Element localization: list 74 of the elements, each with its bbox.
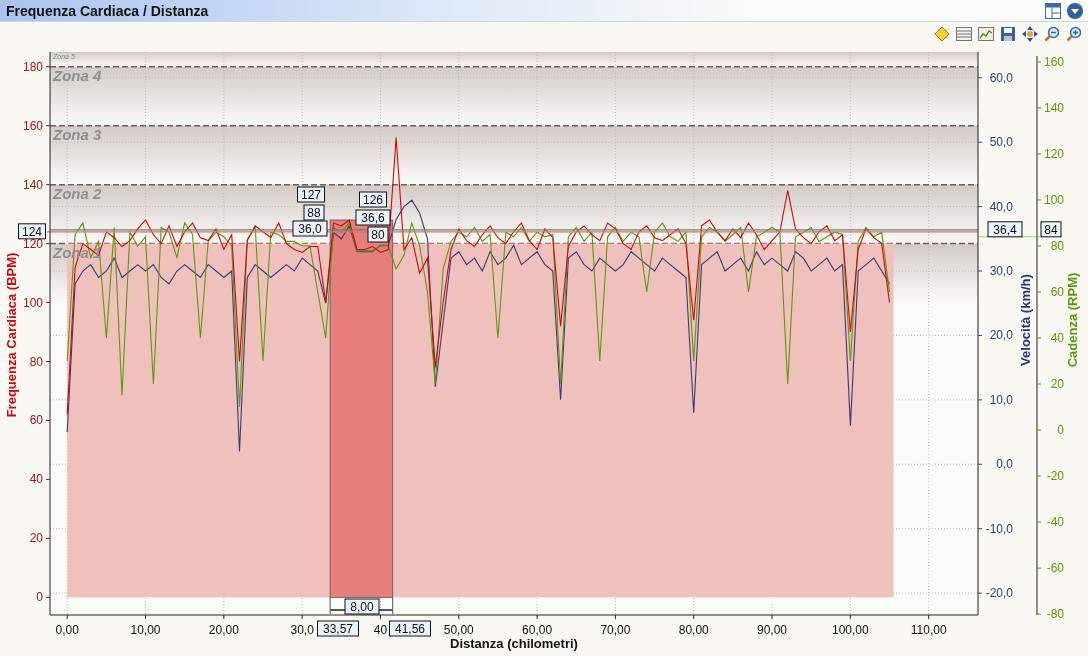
axis-title: Distanza (chilometri) — [450, 636, 578, 651]
axis-tick-label: 50,0 — [989, 135, 1013, 150]
value-label: 88 — [303, 204, 325, 221]
axis-tick-label: 10,0 — [989, 392, 1013, 407]
axis-tick-label: 50,00 — [443, 623, 474, 637]
axis-tick-label: 110,00 — [910, 623, 947, 637]
axis-tick-label: 140 — [1043, 100, 1064, 115]
value-label: 84 — [1040, 221, 1062, 238]
axis-tick-label: -20 — [1046, 469, 1064, 484]
axis-tick-label: 0,00 — [55, 623, 79, 637]
axis-tick-label: 120 — [1043, 146, 1064, 161]
dropdown-icon[interactable] — [1066, 1, 1084, 20]
axis-tick-label: -10,0 — [985, 521, 1013, 536]
save-icon[interactable] — [1000, 26, 1016, 42]
value-label: 33,57 — [317, 620, 359, 637]
axis-tick-label: 10,00 — [130, 623, 161, 637]
axis-tick-label: -80 — [1046, 607, 1064, 622]
axis-tick-label: 20 — [1050, 377, 1064, 391]
value-label: 127 — [297, 186, 325, 203]
axis-tick-label: 100 — [1043, 192, 1064, 207]
diamond-icon[interactable] — [934, 26, 950, 42]
zoom-in-icon[interactable] — [1066, 26, 1082, 42]
axis-tick-label: 0 — [36, 590, 43, 605]
axis-tick-label: 60 — [1050, 284, 1064, 299]
panel-title: Frequenza Cardiaca / Distanza — [6, 2, 210, 19]
axis-tick-label: 40 — [29, 472, 43, 487]
axis-tick-label: -20,0 — [985, 586, 1013, 601]
axis-title: Velocità (km/h) — [1018, 274, 1033, 366]
ref-line-label: 36,4 — [993, 222, 1017, 237]
zone-label: Zona 3 — [53, 125, 102, 143]
axis-tick-label: 160 — [1043, 54, 1064, 69]
axis-tick-label: 160 — [22, 118, 43, 133]
value-label: 8,00 — [344, 598, 380, 615]
axis-tick-label: 40 — [1050, 331, 1064, 345]
axis-tick-label: 20 — [29, 531, 43, 546]
axis-tick-label: 0,0 — [996, 457, 1013, 472]
chart-icon[interactable] — [978, 26, 994, 42]
axis-tick-label: 180 — [22, 59, 43, 74]
value-label: 126 — [359, 191, 387, 208]
layout-icon[interactable] — [1044, 1, 1062, 20]
axis-tick-label: -40 — [1046, 515, 1064, 530]
axis-tick-label: 40 — [373, 623, 388, 637]
axis-tick-label: 60,0 — [989, 70, 1013, 85]
axis-tick-label: 20,00 — [208, 623, 239, 637]
axis-tick-label: 80 — [1050, 238, 1064, 253]
value-label: 36,6 — [355, 209, 391, 226]
axis-tick-label: 0 — [1057, 423, 1064, 437]
axis-tick-label: -60 — [1046, 561, 1064, 576]
axis-tick-label: 140 — [22, 177, 43, 192]
value-label: 124 — [18, 223, 46, 240]
value-label: 80 — [367, 226, 389, 243]
move-icon[interactable] — [1022, 26, 1038, 42]
axis-tick-label: 30,0 — [290, 623, 314, 637]
axis-tick-label: 90,00 — [757, 623, 788, 637]
value-label: 36,4 — [987, 221, 1023, 238]
axis-tick-label: 80,00 — [678, 623, 709, 637]
axis-title: Cadenza (RPM) — [1065, 272, 1080, 368]
axis-tick-label: 40,0 — [989, 199, 1013, 214]
zone-label: Zona 4 — [53, 66, 102, 84]
value-label: 36,0 — [292, 220, 328, 237]
axis-tick-label: 80 — [29, 354, 43, 369]
axis-title: Frequenza Cardiaca (BPM) — [4, 252, 19, 418]
axis-tick-label: 60,00 — [522, 623, 553, 637]
zoom-out-icon[interactable] — [1044, 26, 1060, 42]
axis-tick-label: 70,00 — [600, 623, 631, 637]
axis-tick-label: 30,0 — [989, 264, 1013, 278]
axis-tick-label: 100,00 — [832, 623, 869, 637]
axis-tick-label: 60 — [29, 413, 43, 428]
value-label: 41,56 — [389, 620, 431, 637]
axis-tick-label: 20,0 — [989, 328, 1013, 343]
ref-line-label: 84 — [1044, 222, 1058, 237]
zone-label: Zona 2 — [53, 184, 102, 202]
axis-tick-label: 100 — [22, 295, 43, 310]
table-icon[interactable] — [956, 26, 972, 42]
